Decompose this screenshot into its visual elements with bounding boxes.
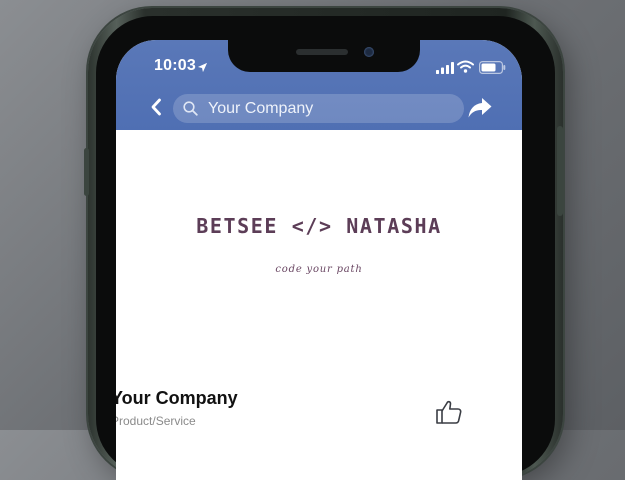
front-camera bbox=[364, 47, 374, 57]
page-name[interactable]: Your Company bbox=[116, 388, 238, 409]
battery-icon bbox=[479, 61, 506, 79]
phone-screen: 10:03 Your Company BETSEE </> NATASHA co… bbox=[116, 40, 522, 480]
phone-side-button bbox=[557, 126, 563, 216]
brand-title: BETSEE </> NATASHA bbox=[196, 214, 442, 238]
search-bar[interactable]: Your Company bbox=[173, 94, 464, 123]
phone-volume-button bbox=[84, 148, 89, 196]
back-chevron-icon[interactable] bbox=[150, 98, 162, 121]
search-input-text[interactable]: Your Company bbox=[208, 100, 313, 118]
location-arrow-icon bbox=[197, 60, 208, 78]
phone-notch bbox=[228, 40, 420, 72]
signal-icon bbox=[436, 61, 454, 79]
page-category: Product/Service bbox=[116, 414, 196, 428]
search-icon bbox=[183, 101, 198, 116]
brand-subtitle: code your path bbox=[275, 264, 363, 275]
speaker-grille bbox=[296, 49, 348, 55]
like-icon[interactable] bbox=[435, 399, 463, 430]
status-time: 10:03 bbox=[154, 57, 196, 74]
share-icon[interactable] bbox=[467, 96, 493, 125]
wifi-icon bbox=[457, 60, 474, 78]
